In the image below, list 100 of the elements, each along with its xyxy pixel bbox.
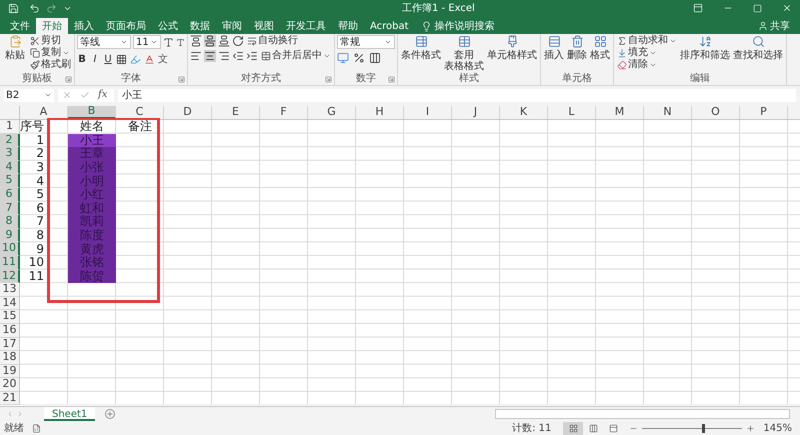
- number-format-dropdown[interactable]: 常规: [337, 35, 395, 49]
- delete-button[interactable]: 删除: [566, 35, 588, 72]
- zoom-slider[interactable]: [642, 424, 742, 432]
- row-header[interactable]: 1: [0, 120, 20, 134]
- name-box[interactable]: B2: [4, 88, 54, 102]
- autosum-button[interactable]: 自动求和: [616, 35, 678, 47]
- row-header[interactable]: 6: [0, 188, 20, 202]
- ribbon-tab[interactable]: 开始: [36, 18, 68, 34]
- clear-button[interactable]: 清除: [616, 59, 678, 71]
- row-header[interactable]: 11: [0, 256, 20, 270]
- row-header[interactable]: 17: [0, 338, 20, 352]
- ribbon-tab[interactable]: 帮助: [332, 18, 364, 34]
- ribbon-tab[interactable]: 公式: [152, 18, 184, 34]
- align-right-icon[interactable]: [218, 50, 230, 62]
- column-header[interactable]: K: [500, 106, 548, 119]
- middle-align-icon[interactable]: [204, 35, 216, 47]
- bold-button[interactable]: B: [77, 52, 87, 67]
- italic-button[interactable]: I: [90, 52, 100, 67]
- column-header[interactable]: P: [740, 106, 788, 119]
- insert-button[interactable]: 插入: [543, 35, 565, 72]
- share-button[interactable]: 共享: [752, 18, 796, 34]
- insert-function-button[interactable]: fx: [98, 90, 108, 100]
- column-header[interactable]: L: [548, 106, 596, 119]
- merge-center-button[interactable]: 合并后居中: [260, 50, 332, 62]
- undo-icon[interactable]: [29, 2, 40, 14]
- font-size-dropdown[interactable]: 11: [133, 35, 161, 49]
- scroll-right-icon[interactable]: [16, 410, 24, 418]
- dialog-launcher-icon[interactable]: [178, 76, 185, 83]
- row-header[interactable]: 18: [0, 351, 20, 365]
- ribbon-tab[interactable]: 数据: [184, 18, 216, 34]
- row-header[interactable]: 9: [0, 228, 20, 242]
- decrease-font-icon[interactable]: [176, 38, 185, 46]
- ribbon-tab[interactable]: 页面布局: [100, 18, 152, 34]
- sort-filter-button[interactable]: 排序和筛选: [679, 35, 731, 72]
- column-header[interactable]: H: [356, 106, 404, 119]
- ribbon-display-icon[interactable]: [693, 3, 703, 13]
- row-header[interactable]: 5: [0, 174, 20, 188]
- conditional-format-button[interactable]: 条件格式: [400, 35, 442, 72]
- table-cell[interactable]: 姓名: [68, 120, 116, 134]
- tell-me-search[interactable]: 操作说明搜索: [420, 18, 495, 34]
- ribbon-tab[interactable]: 开发工具: [280, 18, 332, 34]
- wrap-text-button[interactable]: 自动换行: [246, 35, 299, 47]
- save-icon[interactable]: [8, 2, 19, 14]
- row-header[interactable]: 15: [0, 310, 20, 324]
- ribbon-tab[interactable]: Acrobat: [364, 18, 415, 34]
- column-header[interactable]: B: [68, 106, 116, 119]
- copy-button[interactable]: 复制: [29, 47, 72, 59]
- row-header[interactable]: 13: [0, 283, 20, 297]
- sheet-tab[interactable]: Sheet1: [44, 407, 96, 421]
- font-color-icon[interactable]: [144, 54, 155, 65]
- column-header[interactable]: E: [212, 106, 260, 119]
- horizontal-scrollbar[interactable]: [495, 409, 790, 419]
- indent-icon[interactable]: [246, 50, 258, 62]
- row-header[interactable]: 2: [0, 134, 20, 148]
- column-header[interactable]: O: [692, 106, 740, 119]
- row-header[interactable]: 3: [0, 147, 20, 161]
- align-center-icon[interactable]: [204, 50, 216, 62]
- zoom-in-icon[interactable]: [746, 424, 756, 432]
- percent-icon[interactable]: [353, 52, 365, 64]
- scroll-left-icon[interactable]: [6, 410, 14, 418]
- orientation-icon[interactable]: [232, 35, 244, 47]
- macro-record-icon[interactable]: [32, 424, 41, 432]
- ribbon-tab[interactable]: 审阅: [216, 18, 248, 34]
- increase-font-icon[interactable]: [163, 36, 174, 48]
- row-header[interactable]: 12: [0, 270, 20, 284]
- zoom-level[interactable]: 145%: [763, 420, 792, 435]
- row-header[interactable]: 16: [0, 324, 20, 338]
- format-button[interactable]: 格式: [589, 35, 611, 72]
- column-header[interactable]: N: [644, 106, 692, 119]
- slider-thumb[interactable]: [702, 424, 706, 432]
- row-header[interactable]: 19: [0, 364, 20, 378]
- fill-color-icon[interactable]: [130, 54, 141, 65]
- add-sheet-icon[interactable]: [105, 409, 116, 419]
- ribbon-tab[interactable]: 插入: [68, 18, 100, 34]
- outdent-icon[interactable]: [232, 50, 244, 62]
- phonetic-button[interactable]: 文: [158, 52, 168, 67]
- maximize-icon[interactable]: [753, 4, 762, 12]
- close-icon[interactable]: [782, 3, 792, 13]
- normal-view-button[interactable]: [563, 422, 584, 434]
- format-table-button[interactable]: 套用 表格格式: [443, 35, 485, 72]
- row-header[interactable]: 4: [0, 160, 20, 174]
- align-left-icon[interactable]: [190, 50, 202, 62]
- bottom-align-icon[interactable]: [218, 35, 230, 47]
- column-header[interactable]: M: [596, 106, 644, 119]
- find-select-button[interactable]: 查找和选择: [732, 35, 784, 72]
- row-header[interactable]: 10: [0, 242, 20, 256]
- row-header[interactable]: 20: [0, 378, 20, 392]
- ribbon-tab[interactable]: 视图: [248, 18, 280, 34]
- fill-button[interactable]: 填充: [616, 47, 678, 59]
- formula-input[interactable]: 小王: [118, 88, 796, 102]
- column-header[interactable]: C: [116, 106, 164, 119]
- row-header[interactable]: 7: [0, 202, 20, 216]
- format-painter-button[interactable]: 格式刷: [29, 59, 72, 71]
- column-header[interactable]: J: [452, 106, 500, 119]
- cell-styles-button[interactable]: 单元格样式: [486, 35, 538, 72]
- column-header[interactable]: F: [260, 106, 308, 119]
- column-header[interactable]: D: [164, 106, 212, 119]
- ribbon-tab[interactable]: 文件: [4, 18, 36, 34]
- row-header[interactable]: 21: [0, 392, 20, 406]
- top-align-icon[interactable]: [190, 35, 202, 47]
